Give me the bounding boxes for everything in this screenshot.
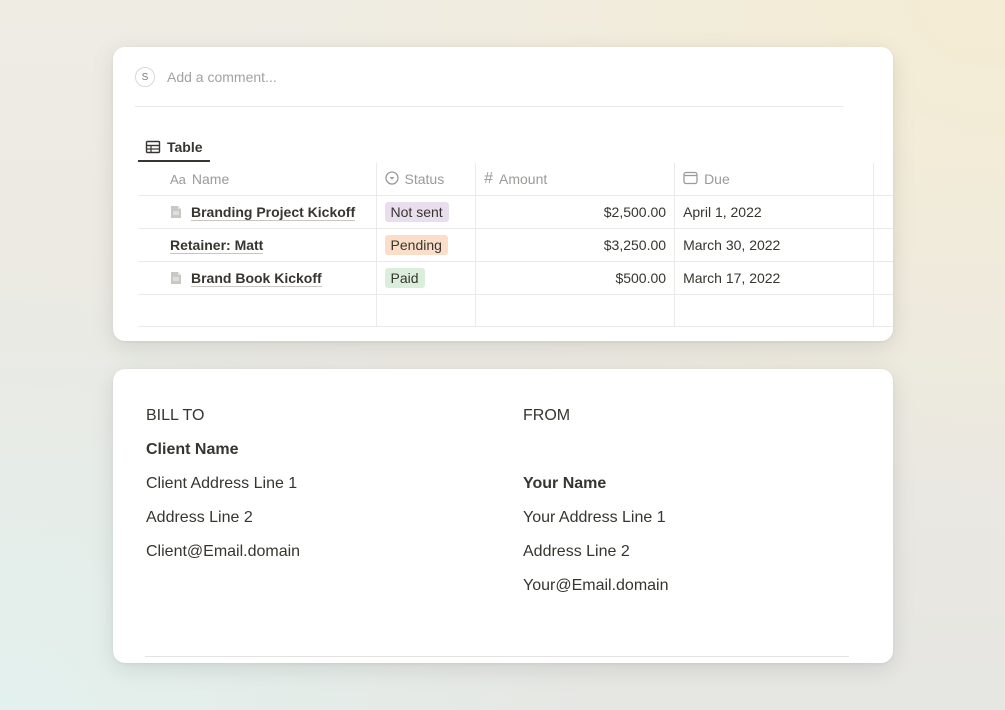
status-badge[interactable]: Pending <box>384 235 448 255</box>
divider <box>145 656 849 657</box>
your-address-line-2[interactable]: Address Line 2 <box>523 539 669 573</box>
divider <box>135 106 844 107</box>
avatar: S <box>135 67 155 87</box>
row-name[interactable]: Branding Project Kickoff <box>191 204 356 221</box>
tab-table[interactable]: Table <box>138 133 210 161</box>
calendar-icon <box>683 171 698 188</box>
billing-card: BILL TO Client Name Client Address Line … <box>113 369 893 663</box>
page-icon <box>170 205 182 219</box>
your-address-line-1[interactable]: Your Address Line 1 <box>523 505 669 539</box>
due-cell[interactable]: March 30, 2022 <box>674 228 874 262</box>
client-name[interactable]: Client Name <box>146 437 300 471</box>
tab-underline <box>138 160 210 162</box>
invoice-table-card: S Add a comment... Table Aa Name Status … <box>113 47 893 341</box>
status-badge[interactable]: Paid <box>384 268 425 288</box>
amount-cell[interactable]: $2,500.00 <box>475 195 676 229</box>
table-header-row: Aa Name Status # Amount Due <box>138 163 893 196</box>
due-cell[interactable]: March 17, 2022 <box>674 261 874 295</box>
amount-cell[interactable]: $500.00 <box>475 261 676 295</box>
client-email[interactable]: Client@Email.domain <box>146 539 300 573</box>
tab-label: Table <box>167 139 203 155</box>
column-header-name[interactable]: Aa Name <box>138 163 377 196</box>
bill-to-section: BILL TO Client Name Client Address Line … <box>146 403 300 573</box>
amount-cell[interactable]: $3,250.00 <box>475 228 676 262</box>
page-icon <box>170 271 182 285</box>
comment-input[interactable]: Add a comment... <box>167 69 277 85</box>
bill-to-heading: BILL TO <box>146 407 205 424</box>
column-header-status[interactable]: Status <box>376 163 477 196</box>
table-icon <box>145 139 161 155</box>
row-name[interactable]: Retainer: Matt <box>170 237 264 254</box>
column-header-amount[interactable]: # Amount <box>475 163 676 196</box>
status-icon <box>384 170 399 188</box>
column-label: Name <box>191 171 230 187</box>
column-label: Due <box>704 171 730 187</box>
client-address-line-2[interactable]: Address Line 2 <box>146 505 300 539</box>
due-cell[interactable]: April 1, 2022 <box>674 195 874 229</box>
from-section: FROM Your Name Your Address Line 1 Addre… <box>523 403 669 607</box>
from-heading: FROM <box>523 407 571 424</box>
status-badge[interactable]: Not sent <box>384 202 449 222</box>
column-label: Status <box>404 171 445 187</box>
comment-row[interactable]: S Add a comment... <box>135 66 277 88</box>
your-name[interactable]: Your Name <box>523 471 669 505</box>
add-property-button[interactable] <box>873 163 893 196</box>
column-header-due[interactable]: Due <box>674 163 874 196</box>
table-row[interactable]: Retainer: Matt Pending $3,250.00 March 3… <box>138 228 893 262</box>
empty-row[interactable] <box>138 294 893 327</box>
client-address-line-1[interactable]: Client Address Line 1 <box>146 471 300 505</box>
invoices-table: Aa Name Status # Amount Due Branding Pro… <box>138 163 893 327</box>
your-email[interactable]: Your@Email.domain <box>523 573 669 607</box>
number-property-icon: # <box>484 170 493 187</box>
column-label: Amount <box>499 171 548 187</box>
table-row[interactable]: Brand Book Kickoff Paid $500.00 March 17… <box>138 261 893 295</box>
row-name[interactable]: Brand Book Kickoff <box>191 270 322 287</box>
text-property-icon: Aa <box>170 171 186 187</box>
table-row[interactable]: Branding Project Kickoff Not sent $2,500… <box>138 195 893 229</box>
